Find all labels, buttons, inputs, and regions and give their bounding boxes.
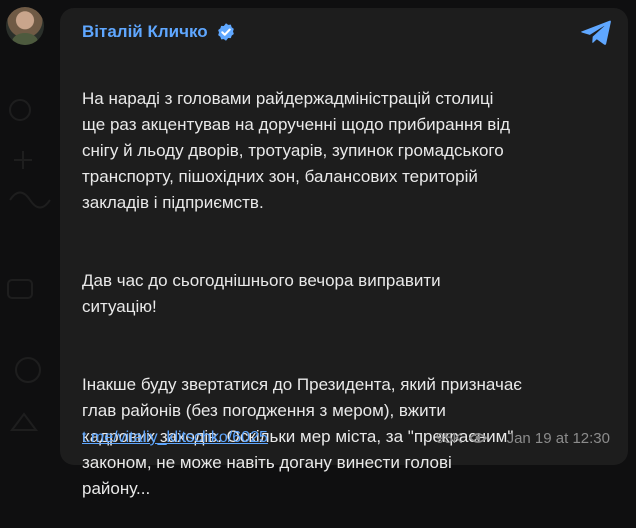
message-paragraph: Дав час до сьогоднішнього вечора виправи… xyxy=(82,271,441,316)
view-count: 95K xyxy=(435,429,463,447)
message-date: Jan 19 at 12:30 xyxy=(506,429,610,447)
message-card: Віталій Кличко На нараді з головами райд… xyxy=(60,8,628,498)
message-text: На нараді з головами райдержадміністраці… xyxy=(82,60,608,528)
message-footer: t.me/vitaliy_klitschko/6025 95K Jan 19 a… xyxy=(82,429,610,447)
post-link[interactable]: t.me/vitaliy_klitschko/6025 xyxy=(82,429,268,447)
author-avatar[interactable] xyxy=(6,7,44,45)
message-meta: 95K Jan 19 at 12:30 xyxy=(436,430,610,447)
message-paragraph: На нараді з головами райдержадміністраці… xyxy=(82,89,511,212)
telegram-plane-icon[interactable] xyxy=(580,20,612,46)
verified-badge-icon xyxy=(217,23,234,41)
eye-icon xyxy=(468,433,487,443)
message-header: Віталій Кличко xyxy=(82,22,236,42)
author-name[interactable]: Віталій Кличко xyxy=(82,22,208,42)
